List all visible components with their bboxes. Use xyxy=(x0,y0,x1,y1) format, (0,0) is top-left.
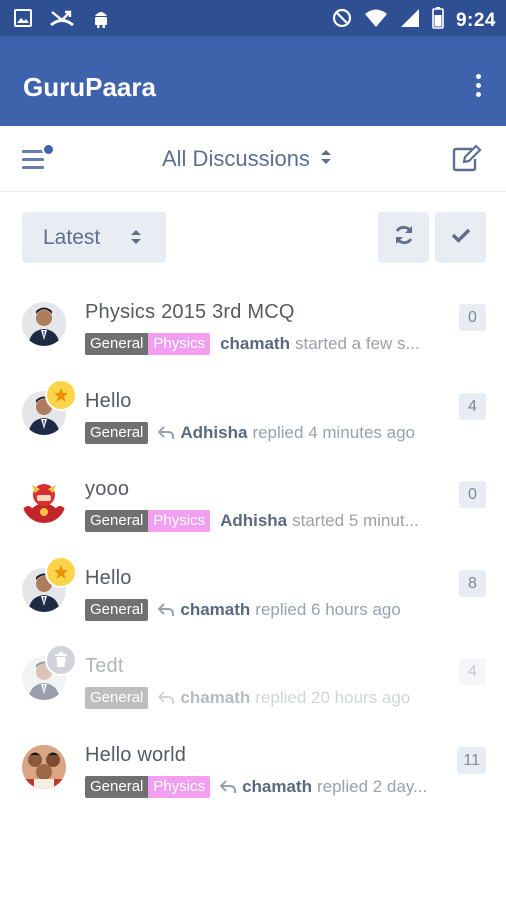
discussion-meta: General Adhisha replied 4 minutes ago xyxy=(85,421,440,444)
reply-count-badge: 11 xyxy=(457,746,486,774)
discussion-item[interactable]: Hello General Adhisha replied 4 minutes … xyxy=(0,378,506,468)
discussion-activity: started a few s... xyxy=(294,334,420,353)
discussion-title: yooo xyxy=(85,478,130,501)
avatar xyxy=(22,302,66,346)
battery-icon xyxy=(432,7,444,34)
android-icon xyxy=(92,8,110,33)
discussion-meta: General Physics chamath replied 2 day... xyxy=(85,775,440,798)
call-missed-icon xyxy=(50,9,74,32)
discussion-user[interactable]: Adhisha xyxy=(220,511,287,531)
discussion-list: Physics 2015 3rd MCQ General Physics cha… xyxy=(0,290,506,822)
reply-count-badge: 4 xyxy=(459,658,486,686)
discussion-filter-bar: All Discussions xyxy=(0,126,506,192)
discussion-title: Hello xyxy=(85,566,132,589)
discussion-activity: replied 20 hours ago xyxy=(255,688,411,708)
discussion-title: Physics 2015 3rd MCQ xyxy=(85,301,295,323)
reply-icon xyxy=(158,691,175,705)
check-icon xyxy=(451,227,471,248)
discussion-activity: replied 6 hours ago xyxy=(255,599,401,619)
discussion-item[interactable]: Hello General chamath replied 6 hours ag… xyxy=(0,555,506,645)
reply-icon xyxy=(158,603,175,617)
sort-dropdown[interactable]: Latest xyxy=(22,212,166,263)
tag-general[interactable]: General xyxy=(85,333,149,355)
discussion-user[interactable]: chamath xyxy=(242,777,312,797)
tag-general[interactable]: General xyxy=(85,598,149,621)
discussion-title: Tedt xyxy=(85,655,124,678)
filter-label: All Discussions xyxy=(162,146,310,171)
discussion-item[interactable]: Physics 2015 3rd MCQ General Physics cha… xyxy=(0,290,506,379)
tag-physics[interactable]: Physics xyxy=(148,333,211,355)
discussion-meta: General chamath replied 6 hours ago xyxy=(85,598,440,621)
image-icon xyxy=(14,9,32,32)
discussion-title: Hello world xyxy=(85,743,187,766)
reply-icon xyxy=(220,780,237,794)
tag-general[interactable]: General xyxy=(85,510,149,533)
refresh-button[interactable] xyxy=(378,212,429,263)
app-title: GuruPaara xyxy=(23,72,156,102)
discussion-meta: General Physics Adhisha started 5 minut.… xyxy=(85,510,440,533)
tag-physics[interactable]: Physics xyxy=(148,510,211,533)
tag-physics[interactable]: Physics xyxy=(148,775,211,798)
reply-count-badge: 0 xyxy=(459,481,486,509)
discussion-meta: General Physics chamath started a few s.… xyxy=(85,333,440,355)
discussion-meta: General chamath replied 20 hours ago xyxy=(85,687,440,710)
reply-icon xyxy=(158,425,175,440)
trash-icon xyxy=(45,644,77,677)
discussion-user[interactable]: chamath xyxy=(220,334,290,354)
signal-icon xyxy=(400,8,420,33)
discussion-item[interactable]: Hello world General Physics chamath repl… xyxy=(0,733,506,822)
discussion-item[interactable]: yooo General Physics Adhisha started 5 m… xyxy=(0,467,506,556)
discussion-title: Hello xyxy=(85,389,132,412)
wifi-icon xyxy=(364,8,388,33)
compose-icon[interactable] xyxy=(452,144,482,177)
discussion-user[interactable]: Adhisha xyxy=(180,423,247,443)
refresh-icon xyxy=(393,224,415,251)
discussion-user[interactable]: chamath xyxy=(180,600,250,620)
tag-general[interactable]: General xyxy=(85,421,149,444)
discussion-activity: replied 2 day... xyxy=(316,776,428,796)
sort-caret-icon xyxy=(320,146,332,172)
star-icon xyxy=(45,555,77,588)
sort-caret-icon xyxy=(130,228,142,252)
discussions-filter-dropdown[interactable]: All Discussions xyxy=(162,146,332,172)
discussion-activity: started 5 minut... xyxy=(292,511,419,531)
tag-general[interactable]: General xyxy=(85,687,149,710)
sort-label: Latest xyxy=(43,225,101,249)
discussion-activity: replied 4 minutes ago xyxy=(252,422,415,442)
menu-notification-icon[interactable] xyxy=(22,143,58,174)
status-bar: 9:24 xyxy=(0,0,506,36)
reply-count-badge: 0 xyxy=(459,304,486,331)
discussion-user[interactable]: chamath xyxy=(180,688,250,708)
tag-general[interactable]: General xyxy=(85,775,149,798)
star-icon xyxy=(45,378,77,411)
more-vert-icon[interactable] xyxy=(476,74,482,98)
clock-time: 9:24 xyxy=(455,9,496,31)
avatar xyxy=(22,744,66,789)
mark-all-read-button[interactable] xyxy=(435,212,486,263)
do-not-disturb-icon xyxy=(332,8,352,33)
reply-count-badge: 8 xyxy=(459,569,486,597)
list-toolbar: Latest xyxy=(0,212,506,264)
discussion-item[interactable]: Tedt General chamath replied 20 hours ag… xyxy=(0,644,506,733)
avatar xyxy=(22,479,66,524)
app-bar: GuruPaara xyxy=(0,36,506,126)
reply-count-badge: 4 xyxy=(459,392,486,420)
